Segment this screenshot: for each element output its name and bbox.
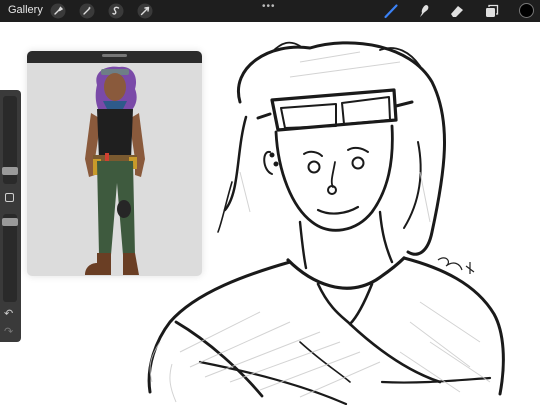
drag-handle[interactable] — [102, 54, 127, 57]
more-options-icon[interactable]: ••• — [262, 1, 276, 12]
top-toolbar: Gallery ••• — [0, 0, 540, 22]
reference-image — [85, 66, 145, 275]
opacity-thumb[interactable] — [2, 218, 18, 226]
transform-icon[interactable] — [137, 3, 153, 19]
brush-icon[interactable] — [383, 3, 399, 19]
redo-icon[interactable]: ↷ — [4, 327, 13, 338]
square-modify-icon[interactable] — [5, 193, 14, 202]
opacity-slider[interactable] — [2, 214, 18, 302]
reference-header[interactable] — [27, 51, 202, 63]
left-sidebar: ↶ ↷ — [0, 90, 21, 342]
actions-icon[interactable] — [50, 3, 66, 19]
gallery-button[interactable]: Gallery — [8, 4, 43, 16]
adjustments-icon[interactable] — [79, 3, 95, 19]
layers-icon[interactable] — [484, 3, 500, 19]
brush-size-thumb[interactable] — [2, 167, 18, 175]
brush-size-slider[interactable] — [2, 96, 18, 184]
selection-icon[interactable] — [108, 3, 124, 19]
reference-window[interactable] — [27, 51, 202, 276]
color-picker-button[interactable] — [519, 3, 534, 18]
eraser-icon[interactable] — [449, 3, 465, 19]
smudge-icon[interactable] — [416, 3, 432, 19]
undo-icon[interactable]: ↶ — [4, 309, 13, 320]
